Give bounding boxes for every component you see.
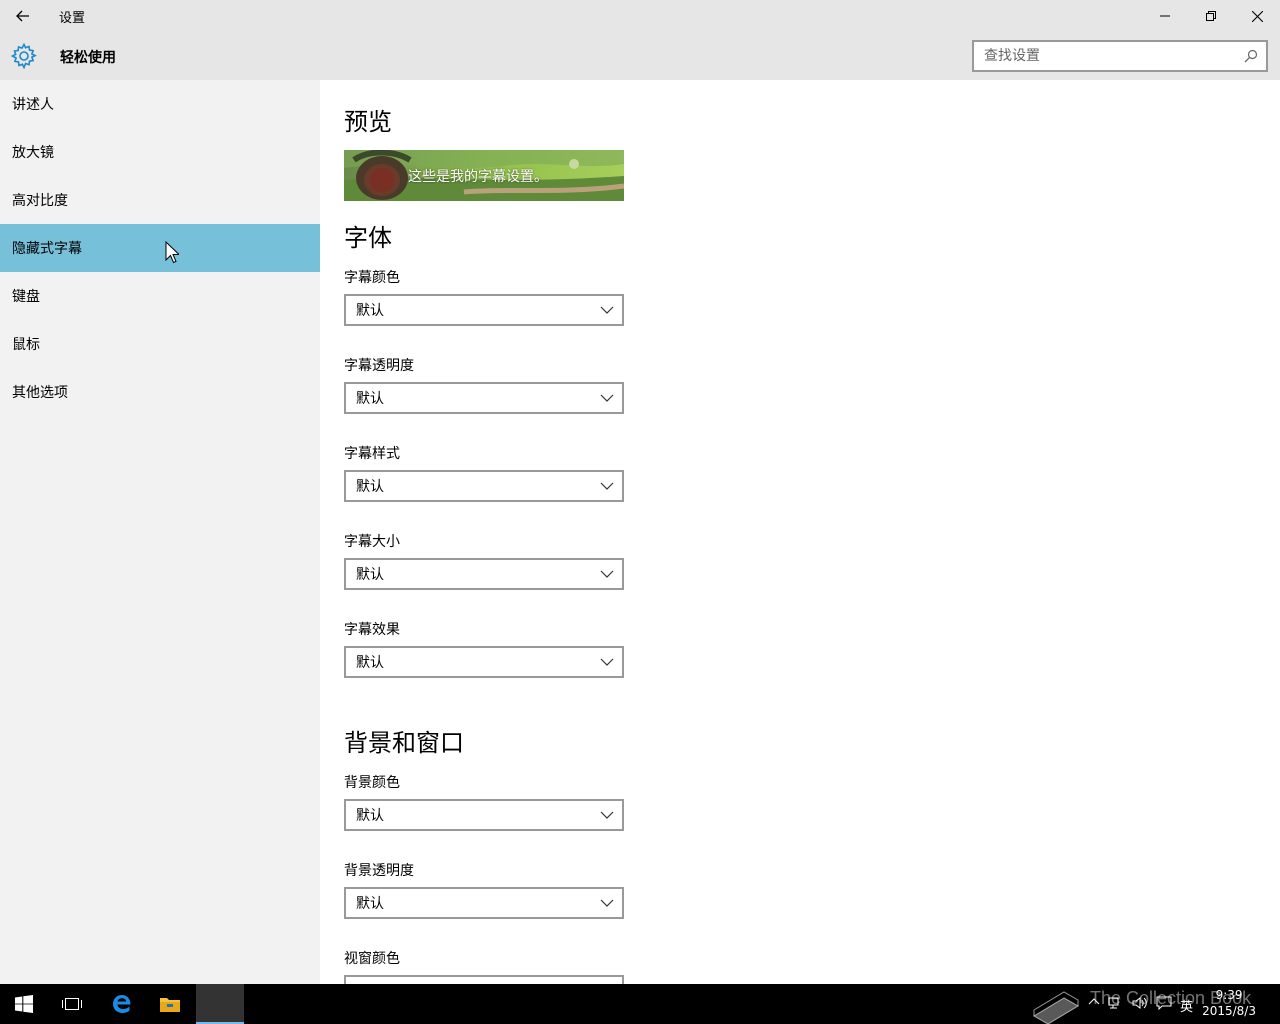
settings-app-button[interactable] bbox=[196, 984, 244, 1024]
sidebar-item-label: 高对比度 bbox=[12, 193, 68, 209]
dropdown-value: 默认 bbox=[356, 655, 384, 671]
notifications-icon[interactable] bbox=[1156, 996, 1172, 1010]
window-color-dropdown[interactable] bbox=[344, 975, 624, 984]
clock-date: 2015/8/3 bbox=[1202, 1004, 1256, 1018]
sidebar-item-label: 其他选项 bbox=[12, 385, 68, 401]
back-arrow-icon bbox=[16, 10, 29, 22]
caption-color-dropdown[interactable]: 默认 bbox=[344, 294, 624, 326]
minimize-icon bbox=[1160, 15, 1170, 17]
restore-icon bbox=[1206, 11, 1216, 21]
preview-caption-text: 这些是我的字幕设置。 bbox=[408, 169, 548, 185]
network-icon[interactable] bbox=[1108, 996, 1124, 1010]
chevron-down-icon bbox=[600, 570, 614, 578]
main-content: 预览 这些是我的字幕设置。 字体 字幕颜色 默认 字幕透明度 默认 字幕样式 默… bbox=[320, 80, 1280, 984]
edge-browser-button[interactable] bbox=[98, 984, 146, 1024]
page-header: 轻松使用 bbox=[0, 32, 1280, 80]
font-heading: 字体 bbox=[344, 224, 392, 252]
background-color-label: 背景颜色 bbox=[344, 775, 400, 791]
sidebar-item-keyboard[interactable]: 键盘 bbox=[0, 272, 320, 320]
window-color-label: 视窗颜色 bbox=[344, 951, 400, 967]
chevron-down-icon bbox=[600, 811, 614, 819]
page-title: 轻松使用 bbox=[60, 50, 116, 66]
sidebar-item-mouse[interactable]: 鼠标 bbox=[0, 320, 320, 368]
chevron-down-icon bbox=[600, 899, 614, 907]
sidebar-item-label: 鼠标 bbox=[12, 337, 40, 353]
dropdown-value: 默认 bbox=[356, 808, 384, 824]
mouse-cursor-icon bbox=[165, 241, 179, 264]
sidebar-item-high-contrast[interactable]: 高对比度 bbox=[0, 176, 320, 224]
dropdown-value: 默认 bbox=[356, 479, 384, 495]
sidebar-item-label: 讲述人 bbox=[12, 97, 54, 113]
dropdown-value: 默认 bbox=[356, 303, 384, 319]
sidebar-item-label: 键盘 bbox=[12, 289, 40, 305]
system-tray: 英 bbox=[1088, 996, 1193, 1015]
search-box[interactable] bbox=[972, 40, 1268, 72]
caption-style-dropdown[interactable]: 默认 bbox=[344, 470, 624, 502]
taskbar: The Collection Book 英 9:39 2015/8/3 bbox=[0, 984, 1280, 1024]
background-transparency-dropdown[interactable]: 默认 bbox=[344, 887, 624, 919]
background-transparency-label: 背景透明度 bbox=[344, 863, 414, 879]
minimize-button[interactable] bbox=[1142, 0, 1188, 32]
window-title: 设置 bbox=[59, 10, 86, 26]
background-color-dropdown[interactable]: 默认 bbox=[344, 799, 624, 831]
windows-logo-icon bbox=[15, 995, 33, 1013]
start-button[interactable] bbox=[0, 984, 48, 1024]
chevron-down-icon bbox=[600, 658, 614, 666]
sidebar-item-closed-captions[interactable]: 隐藏式字幕 bbox=[0, 224, 320, 272]
restore-button[interactable] bbox=[1188, 0, 1234, 32]
chevron-down-icon bbox=[600, 306, 614, 314]
caption-effects-dropdown[interactable]: 默认 bbox=[344, 646, 624, 678]
title-bar: 设置 bbox=[0, 0, 1280, 32]
dropdown-value: 默认 bbox=[356, 896, 384, 912]
caption-preview: 这些是我的字幕设置。 bbox=[344, 150, 624, 201]
caption-size-label: 字幕大小 bbox=[344, 534, 400, 550]
gear-icon bbox=[11, 43, 37, 69]
search-icon[interactable] bbox=[1244, 49, 1258, 63]
dropdown-value: 默认 bbox=[356, 391, 384, 407]
chevron-up-icon[interactable] bbox=[1088, 996, 1100, 1008]
sidebar-item-magnifier[interactable]: 放大镜 bbox=[0, 128, 320, 176]
preview-heading: 预览 bbox=[344, 108, 392, 136]
sidebar: 讲述人 放大镜 高对比度 隐藏式字幕 键盘 鼠标 其他选项 bbox=[0, 80, 320, 984]
caption-style-label: 字幕样式 bbox=[344, 446, 400, 462]
volume-icon[interactable] bbox=[1132, 996, 1148, 1010]
clock[interactable]: 9:39 2015/8/3 bbox=[1202, 987, 1256, 1019]
chevron-down-icon bbox=[600, 394, 614, 402]
sidebar-item-label: 隐藏式字幕 bbox=[12, 241, 82, 257]
task-view-button[interactable] bbox=[48, 984, 96, 1024]
close-icon bbox=[1251, 10, 1263, 22]
caption-transparency-label: 字幕透明度 bbox=[344, 358, 414, 374]
close-button[interactable] bbox=[1234, 0, 1280, 32]
input-method-indicator[interactable]: 英 bbox=[1180, 996, 1193, 1015]
caption-color-label: 字幕颜色 bbox=[344, 270, 400, 286]
dropdown-value: 默认 bbox=[356, 567, 384, 583]
back-button[interactable] bbox=[0, 0, 46, 32]
file-explorer-button[interactable] bbox=[146, 984, 194, 1024]
caption-size-dropdown[interactable]: 默认 bbox=[344, 558, 624, 590]
sidebar-item-other-options[interactable]: 其他选项 bbox=[0, 368, 320, 416]
folder-icon bbox=[160, 998, 180, 1012]
caption-transparency-dropdown[interactable]: 默认 bbox=[344, 382, 624, 414]
sidebar-item-narrator[interactable]: 讲述人 bbox=[0, 80, 320, 128]
task-view-icon bbox=[62, 998, 82, 1010]
background-window-heading: 背景和窗口 bbox=[344, 729, 464, 757]
clock-time: 9:39 bbox=[1215, 988, 1243, 1002]
caption-effects-label: 字幕效果 bbox=[344, 622, 400, 638]
chevron-down-icon bbox=[600, 482, 614, 490]
search-input[interactable] bbox=[984, 48, 1224, 64]
sidebar-item-label: 放大镜 bbox=[12, 145, 54, 161]
book-watermark-icon bbox=[1033, 991, 1079, 1024]
edge-icon bbox=[113, 995, 131, 1013]
